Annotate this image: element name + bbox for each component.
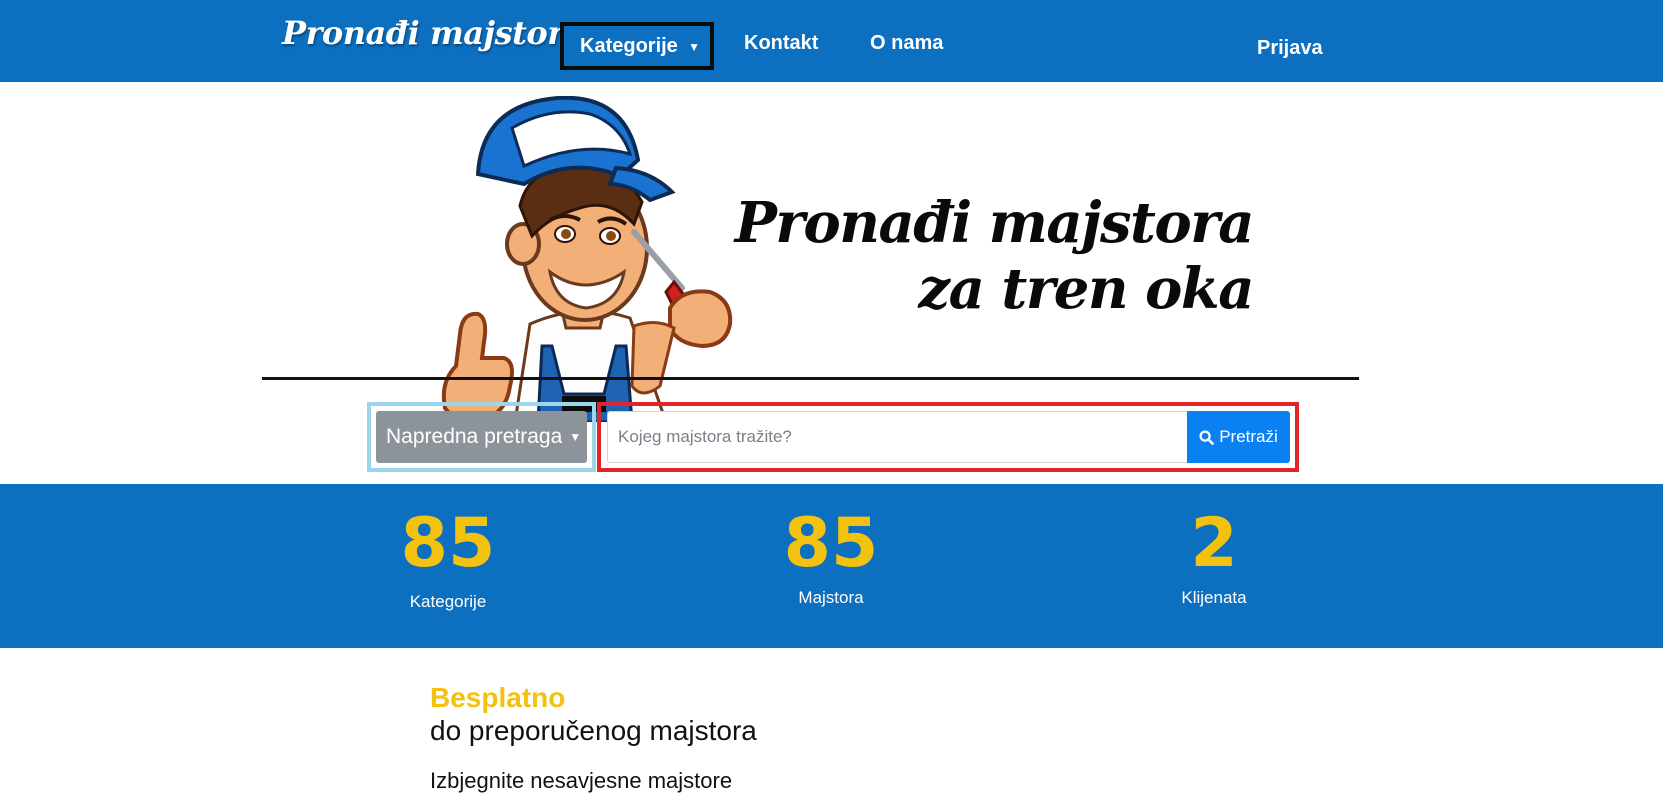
search-button[interactable]: Pretraži (1187, 411, 1290, 463)
advanced-search-button[interactable]: Napredna pretraga ▼ (376, 411, 587, 463)
feature-subtitle: do preporučenog majstora (430, 715, 757, 746)
feature-highlight: Besplatno (430, 682, 566, 713)
top-navbar: Pronađi majstora Kategorije ▼ Kontakt O … (0, 0, 1663, 82)
search-button-label: Pretraži (1219, 427, 1278, 446)
login-link[interactable]: Prijava (1257, 37, 1323, 60)
search-icon (1199, 429, 1215, 445)
brand-logo[interactable]: Pronađi majstora (282, 14, 584, 52)
hero-headline: Pronađi majstora za tren oka (734, 190, 1255, 322)
stat-categories: 85 Kategorije (348, 504, 548, 612)
advanced-search-label: Napredna pretraga (386, 425, 563, 448)
caret-down-icon: ▼ (569, 430, 582, 444)
feature-text: Izbjegnite nesavjesne majstore (430, 768, 733, 793)
stat-label: Klijenata (1181, 588, 1247, 607)
stat-label: Majstora (798, 588, 864, 607)
search-input[interactable] (607, 411, 1187, 463)
hero-divider (262, 377, 1359, 380)
stat-label: Kategorije (409, 592, 487, 611)
nav-link-about[interactable]: O nama (870, 32, 943, 55)
feature-section: Besplatno do preporučenog majstora Izbje… (430, 680, 1230, 794)
stats-section: 85 Kategorije 85 Majstora 2 Klijenata (0, 484, 1663, 648)
advanced-search-box: Napredna pretraga ▼ (367, 402, 596, 472)
hero-section: Pronađi majstora za tren oka Napredna pr… (0, 82, 1663, 484)
hero-headline-line1: Pronađi majstora (734, 190, 1255, 256)
stat-craftsmen: 85 Majstora (731, 504, 931, 608)
nav-link-contact[interactable]: Kontakt (744, 32, 818, 55)
search-box: Pretraži (597, 402, 1299, 472)
stat-number: 85 (400, 504, 496, 583)
hero-headline-line2: za tren oka (918, 256, 1254, 322)
categories-dropdown-label: Kategorije (580, 34, 678, 57)
caret-down-icon: ▼ (688, 40, 700, 54)
stat-number: 85 (783, 504, 879, 583)
stat-number: 2 (1190, 504, 1238, 583)
categories-dropdown[interactable]: Kategorije ▼ (560, 22, 714, 70)
stat-clients: 2 Klijenata (1114, 504, 1314, 608)
